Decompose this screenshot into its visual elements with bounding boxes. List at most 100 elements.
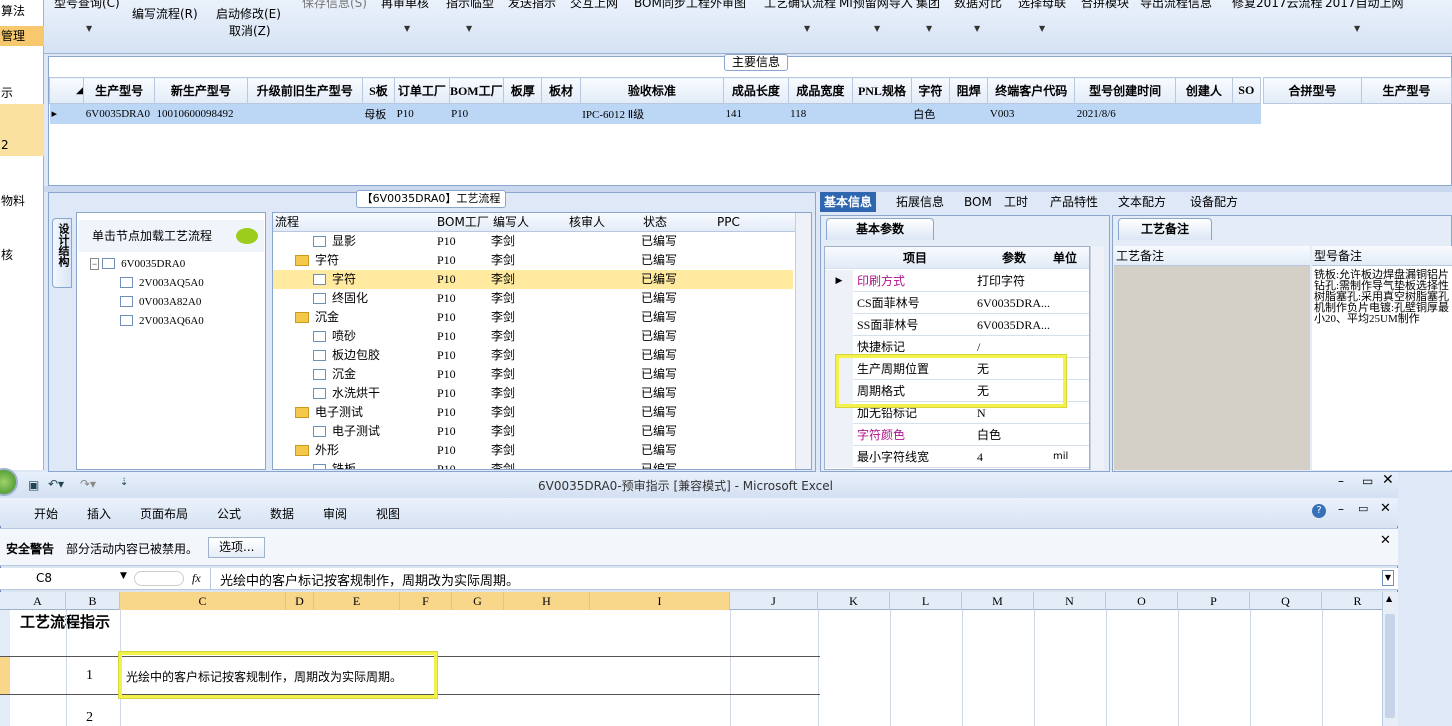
chevron-down-icon[interactable]: ▼ (926, 24, 932, 33)
column-header[interactable]: E (314, 592, 400, 610)
chevron-down-icon[interactable]: ▼ (804, 24, 810, 33)
bom-factory-cell[interactable]: P10 (437, 365, 456, 384)
column-header[interactable]: 终端客户代码 (987, 77, 1076, 104)
tab-page-layout[interactable]: 页面布局 (140, 505, 188, 522)
chevron-down-icon[interactable]: ▼ (974, 24, 980, 33)
help-icon[interactable]: ? (1312, 504, 1326, 518)
table-row[interactable]: 铣板 P10 李剑 已编写 (273, 460, 793, 469)
toolbar-button[interactable]: 数据对比 (954, 0, 1002, 11)
param-item-cell[interactable]: 印刷方式 (855, 270, 973, 292)
process-name-cell[interactable]: 字符 (295, 251, 339, 270)
column-header[interactable]: S板 (361, 77, 396, 104)
status-cell[interactable]: 已编写 (641, 232, 677, 251)
office-button-icon[interactable] (0, 468, 18, 496)
left-nav-item[interactable]: 算法 (0, 2, 44, 19)
tree-node-child[interactable]: 0V003A82A0 (120, 296, 201, 308)
column-header[interactable]: P (1178, 592, 1250, 610)
column-header[interactable]: PNL规格 (852, 77, 912, 104)
column-header[interactable]: K (818, 592, 890, 610)
param-value-cell[interactable]: 打印字符 (975, 270, 1051, 292)
left-nav-item[interactable]: 示 (0, 84, 44, 101)
bom-factory-cell[interactable]: P10 (437, 441, 456, 460)
param-value-cell[interactable]: 6V0035DRA... (975, 292, 1051, 314)
toolbar-button[interactable]: 导出流程信息 (1140, 0, 1212, 11)
options-button[interactable]: 选项... (208, 537, 266, 558)
row-number-cell[interactable]: 2 (86, 710, 93, 726)
process-name-cell[interactable]: 板边包胶 (313, 346, 380, 365)
chevron-down-icon[interactable]: ▼ (86, 24, 92, 33)
bom-factory-cell[interactable]: P10 (437, 460, 456, 469)
table-cell[interactable] (247, 103, 363, 124)
tab-basic-params[interactable]: 基本参数 (826, 218, 934, 240)
chevron-down-icon[interactable]: ▼ (874, 24, 880, 33)
table-row[interactable]: 沉金 P10 李剑 已编写 (273, 308, 793, 327)
table-row[interactable]: 字符 P10 李剑 已编写 (273, 270, 793, 289)
status-cell[interactable]: 已编写 (641, 251, 677, 270)
process-name-cell[interactable]: 沉金 (313, 365, 356, 384)
param-row[interactable]: CS面菲林号 6V0035DRA... (825, 292, 1089, 314)
column-header[interactable]: 合拼型号 (1263, 77, 1362, 104)
writer-cell[interactable]: 李剑 (491, 365, 515, 384)
table-cell[interactable]: 141 (723, 103, 789, 124)
column-header[interactable]: PPC (717, 213, 740, 232)
column-header[interactable]: 型号创建时间 (1074, 77, 1177, 104)
table-row[interactable]: 终固化 P10 李剑 已编写 (273, 289, 793, 308)
column-header[interactable]: A (10, 592, 66, 610)
tab-view[interactable]: 视图 (376, 505, 400, 522)
column-header[interactable]: 成品长度 (723, 77, 789, 104)
tab-process-notes[interactable]: 工艺备注 (1118, 218, 1212, 240)
scroll-thumb[interactable] (1385, 614, 1395, 718)
column-header[interactable]: L (890, 592, 962, 610)
writer-cell[interactable]: 李剑 (491, 441, 515, 460)
toolbar-button[interactable]: Mi预留网导入 (839, 0, 913, 11)
table-row[interactable]: 水洗烘干 P10 李剑 已编写 (273, 384, 793, 403)
table-row[interactable]: 喷砂 P10 李剑 已编写 (273, 327, 793, 346)
column-header[interactable]: G (452, 592, 504, 610)
toolbar-button[interactable]: 发送指示 (508, 0, 556, 11)
chevron-down-icon[interactable]: ▼ (120, 571, 127, 581)
param-row[interactable]: SS面菲林号 6V0035DRA... (825, 314, 1089, 336)
column-header[interactable]: H (504, 592, 590, 610)
column-header[interactable]: 板厚 (503, 77, 543, 104)
vertical-scrollbar[interactable] (795, 213, 811, 469)
toolbar-button[interactable]: 2017自动上网 (1325, 0, 1404, 11)
writer-cell[interactable]: 李剑 (491, 460, 515, 469)
column-header[interactable]: D (286, 592, 314, 610)
column-header[interactable]: M (962, 592, 1034, 610)
minimize-icon[interactable]: – (1338, 502, 1344, 516)
close-icon[interactable]: ✕ (1380, 501, 1391, 516)
column-header[interactable]: I (590, 592, 730, 610)
table-cell[interactable]: P10 (394, 103, 450, 124)
chevron-down-icon[interactable]: ▼ (404, 24, 410, 33)
status-cell[interactable]: 已编写 (641, 441, 677, 460)
process-name-cell[interactable]: 终固化 (313, 289, 368, 308)
writer-cell[interactable]: 李剑 (491, 384, 515, 403)
tab-extended-info[interactable]: 拓展信息 (892, 192, 948, 212)
table-row[interactable]: 电子测试 P10 李剑 已编写 (273, 403, 793, 422)
left-nav-item[interactable]: 2 (0, 104, 44, 156)
bom-factory-cell[interactable]: P10 (437, 346, 456, 365)
column-header[interactable]: 板材 (541, 77, 581, 104)
table-cell[interactable]: 6V0035DRA0 (83, 103, 155, 124)
sheet-title-cell[interactable]: 工艺流程指示 (12, 614, 118, 632)
table-cell[interactable] (949, 103, 988, 124)
param-row[interactable]: 最小字符线宽 4 mil (825, 446, 1089, 468)
column-header[interactable]: 升级前旧生产型号 (246, 77, 363, 104)
bom-factory-cell[interactable]: P10 (437, 251, 456, 270)
formula-input[interactable]: 光绘中的客户标记按客规制作，周期改为实际周期。 (220, 570, 519, 589)
model-note-text[interactable]: 铣板:允许板边焊盘漏铜铝片钻孔:需制作导气垫板选择性树脂塞孔:采用真空树脂塞孔机… (1314, 270, 1450, 325)
param-unit-cell[interactable]: mil (1053, 446, 1089, 468)
toolbar-button[interactable]: 修复2017云流程 (1232, 0, 1323, 11)
table-cell[interactable]: 2021/8/6 (1074, 103, 1176, 124)
table-row[interactable]: 显影 P10 李剑 已编写 (273, 232, 793, 251)
toolbar-button[interactable]: 工程外审图 (686, 0, 746, 11)
save-info-button[interactable]: 保存信息(S) (302, 0, 367, 11)
column-header[interactable]: 成品宽度 (787, 77, 854, 104)
column-header[interactable]: 工艺备注 (1114, 246, 1310, 266)
process-name-cell[interactable]: 电子测试 (313, 422, 380, 441)
status-cell[interactable]: 已编写 (641, 289, 677, 308)
column-header[interactable]: B (66, 592, 120, 610)
toolbar-button[interactable]: 合拼模块 (1081, 0, 1129, 11)
table-cell[interactable]: 白色 (911, 103, 950, 124)
table-cell[interactable]: V003 (987, 103, 1075, 124)
